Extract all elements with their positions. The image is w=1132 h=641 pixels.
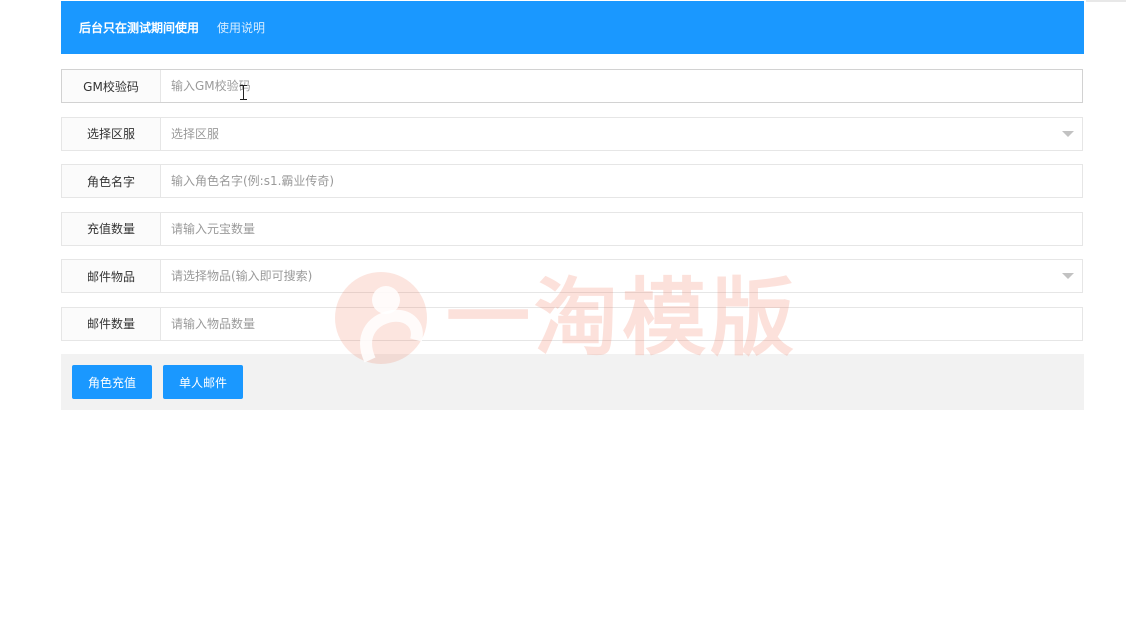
mail-count-input[interactable] bbox=[161, 307, 1082, 340]
role-name-label: 角色名字 bbox=[62, 165, 161, 197]
form-row-mail-item: 邮件物品 bbox=[61, 259, 1083, 293]
mail-item-select[interactable] bbox=[161, 260, 1082, 292]
server-label: 选择区服 bbox=[62, 117, 161, 150]
chevron-down-icon bbox=[1062, 130, 1074, 137]
server-select-input[interactable] bbox=[161, 117, 1082, 150]
top-corner-mark bbox=[1086, 0, 1126, 2]
header-title: 后台只在测试期间使用 bbox=[79, 21, 200, 35]
button-bar: 角色充值 单人邮件 bbox=[61, 354, 1084, 410]
form-row-gm-code: GM校验码 bbox=[61, 69, 1083, 103]
form-row-role-name: 角色名字 bbox=[61, 164, 1083, 198]
mail-item-search-input[interactable] bbox=[161, 260, 1082, 292]
recharge-amount-label: 充值数量 bbox=[62, 212, 161, 245]
mail-count-label: 邮件数量 bbox=[62, 307, 161, 340]
form-row-server: 选择区服 bbox=[61, 116, 1083, 151]
recharge-amount-input[interactable] bbox=[161, 212, 1082, 245]
single-mail-button[interactable]: 单人邮件 bbox=[163, 365, 244, 399]
header-bar: 后台只在测试期间使用 使用说明 bbox=[61, 1, 1084, 54]
server-select[interactable] bbox=[161, 117, 1082, 150]
gm-form: GM校验码 选择区服 角色名字 充值数量 邮件物品 邮件数量 bbox=[61, 69, 1083, 354]
mail-item-label: 邮件物品 bbox=[62, 260, 161, 292]
role-name-input[interactable] bbox=[161, 165, 1082, 197]
gm-code-label: GM校验码 bbox=[62, 70, 161, 102]
page: 后台只在测试期间使用 使用说明 GM校验码 选择区服 角色名字 充值数量 邮件物… bbox=[0, 0, 1132, 641]
gm-code-input[interactable] bbox=[161, 70, 1082, 102]
usage-instructions-link[interactable]: 使用说明 bbox=[217, 19, 265, 36]
recharge-button[interactable]: 角色充值 bbox=[72, 365, 153, 399]
form-row-recharge-amount: 充值数量 bbox=[61, 211, 1083, 246]
form-row-mail-count: 邮件数量 bbox=[61, 306, 1083, 341]
chevron-down-icon bbox=[1062, 273, 1074, 279]
